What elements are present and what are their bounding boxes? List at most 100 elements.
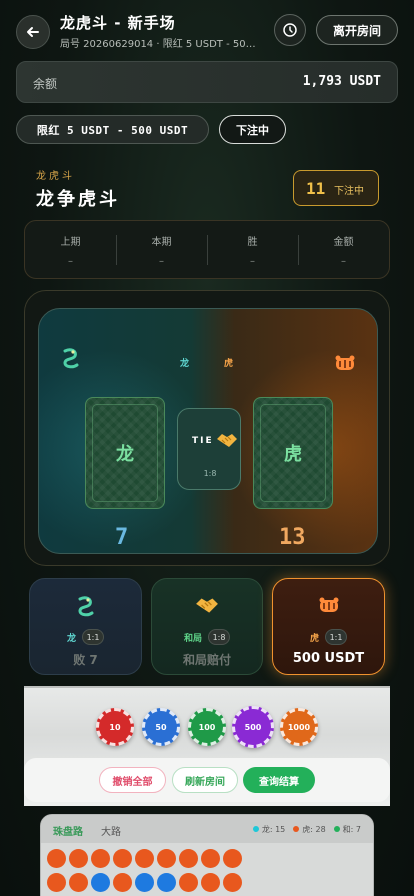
dragon-icon [59,347,83,379]
cancel-all-button[interactable]: 撤销全部 [99,767,166,793]
stat-amount: 金额 – [298,221,389,278]
bead [91,873,110,892]
bet-name: 和局 [183,633,202,644]
legend-tie: 和: 7 [333,824,361,835]
bead [91,849,110,868]
dragon-card: 龙 [85,397,165,509]
balance-label: 余额 [33,77,58,91]
dragon-card-label: 龙 [116,444,134,465]
bet-tie-panel[interactable]: 和局 1:8 和局赔付 [151,578,263,675]
bet-odds: 1:8 [208,629,230,645]
stat-current: 本期 – [116,221,207,278]
bead [223,873,242,892]
bead [47,849,66,868]
countdown-label: 下注中 [334,186,364,197]
chip-50[interactable]: 50 [142,708,180,746]
tiger-side-label: 虎 [224,359,234,369]
bead [157,873,176,892]
stat-value: – [68,256,73,267]
bet-sub: 败 7 [73,653,98,667]
tiger-icon [333,353,357,380]
bead [69,849,88,868]
page-title: 龙虎斗 - 新手场 [60,14,176,32]
bet-sub: 和局赔付 [182,653,231,667]
leave-room-button[interactable]: 离开房间 [316,15,398,45]
chip-100[interactable]: 100 [188,708,226,746]
back-button[interactable] [16,15,50,49]
bead [113,873,132,892]
balance-value: 1,793 USDT [302,74,381,89]
tie-odds: 1:8 [203,469,217,478]
tie-dot [333,826,340,832]
bet-line: 虎 1:1 [273,629,384,645]
bet-limit-pill: 限红 5 USDT - 500 USDT [16,115,209,144]
dragon-score: 7 [115,525,129,550]
countdown-badge: 11 下注中 [293,170,379,206]
balance-bar: 余额 1,793 USDT [16,61,398,103]
dragon-side-label: 龙 [180,359,190,369]
stat-previous: 上期 – [25,221,116,278]
legend-tiger: 虎: 28 [293,824,326,835]
stat-label: 金额 [333,237,354,248]
betting-status-pill: 下注中 [219,115,286,144]
game-table: 龙 虎 龙 TIE 1:8 虎 7 13 [24,290,390,566]
tiger-card: 虎 [253,397,333,509]
bet-sub: 500 USDT [292,651,365,666]
bead [201,849,220,868]
roadmap-legend: 龙: 15 虎: 28 和: 7 [252,824,361,835]
bet-odds: 1:1 [325,629,347,645]
arrow-left-icon [27,27,39,37]
bead [223,849,242,868]
legend-tiger-count: 虎: 28 [302,825,326,834]
history-icon [283,23,297,37]
tie-text: TIE [192,436,214,446]
roadmap-tabs: 珠盘路 大路 龙: 15 虎: 28 和: 7 [41,815,373,843]
tiger-card-label: 虎 [284,444,302,465]
bead [69,873,88,892]
legend-dragon-count: 龙: 15 [261,825,286,834]
chip-1000[interactable]: 1000 [280,708,318,746]
tiger-score: 13 [279,525,306,550]
handshake-icon [216,431,238,453]
bet-line: 龙 1:1 [30,629,141,645]
stat-label: 胜 [247,237,258,248]
roadmap-panel: 珠盘路 大路 龙: 15 虎: 28 和: 7 [40,814,374,896]
tab-big-road[interactable]: 大路 [101,823,121,838]
round-subtitle: 局号 20260629014 · 限红 5 USDT - 500 U... [60,39,260,50]
history-button[interactable] [274,14,306,46]
bet-line: 和局 1:8 [152,629,262,645]
query-settlement-button[interactable]: 查询结算 [243,767,315,793]
bet-name: 龙 [66,633,76,644]
bet-tiger-panel[interactable]: 虎 1:1 500 USDT [272,578,385,675]
bead [179,849,198,868]
bead [113,849,132,868]
round-stats: 上期 – 本期 – 胜 – 金额 – [24,220,390,279]
bet-odds: 1:1 [82,629,104,645]
stat-label: 本期 [151,237,172,248]
legend-dragon: 龙: 15 [252,824,286,835]
bet-name: 虎 [309,633,319,644]
tie-card: TIE 1:8 [177,408,241,490]
tab-bead-road[interactable]: 珠盘路 [53,823,83,838]
chip-500[interactable]: 500 [232,706,274,748]
bead [201,873,220,892]
bead [47,873,66,892]
stat-wins: 胜 – [207,221,298,278]
bead [179,873,198,892]
stat-value: – [341,256,346,267]
table-felt: 龙 虎 龙 TIE 1:8 虎 7 13 [38,308,378,554]
action-row: 撤销全部 刷新房间 查询结算 [24,758,390,802]
bet-dragon-panel[interactable]: 龙 1:1 败 7 [29,578,142,675]
countdown-number: 11 [306,179,326,198]
refresh-room-button[interactable]: 刷新房间 [172,767,238,793]
chip-10[interactable]: 10 [96,708,134,746]
game-subtitle: 龙虎斗 [36,171,75,182]
stat-value: – [159,256,164,267]
legend-tie-count: 和: 7 [342,825,361,834]
dragon-dot [252,826,259,832]
bead [135,873,154,892]
stat-label: 上期 [60,237,81,248]
stat-value: – [250,256,255,267]
handshake-icon [152,595,262,621]
header: 龙虎斗 - 新手场 局号 20260629014 · 限红 5 USDT - 5… [0,0,414,62]
